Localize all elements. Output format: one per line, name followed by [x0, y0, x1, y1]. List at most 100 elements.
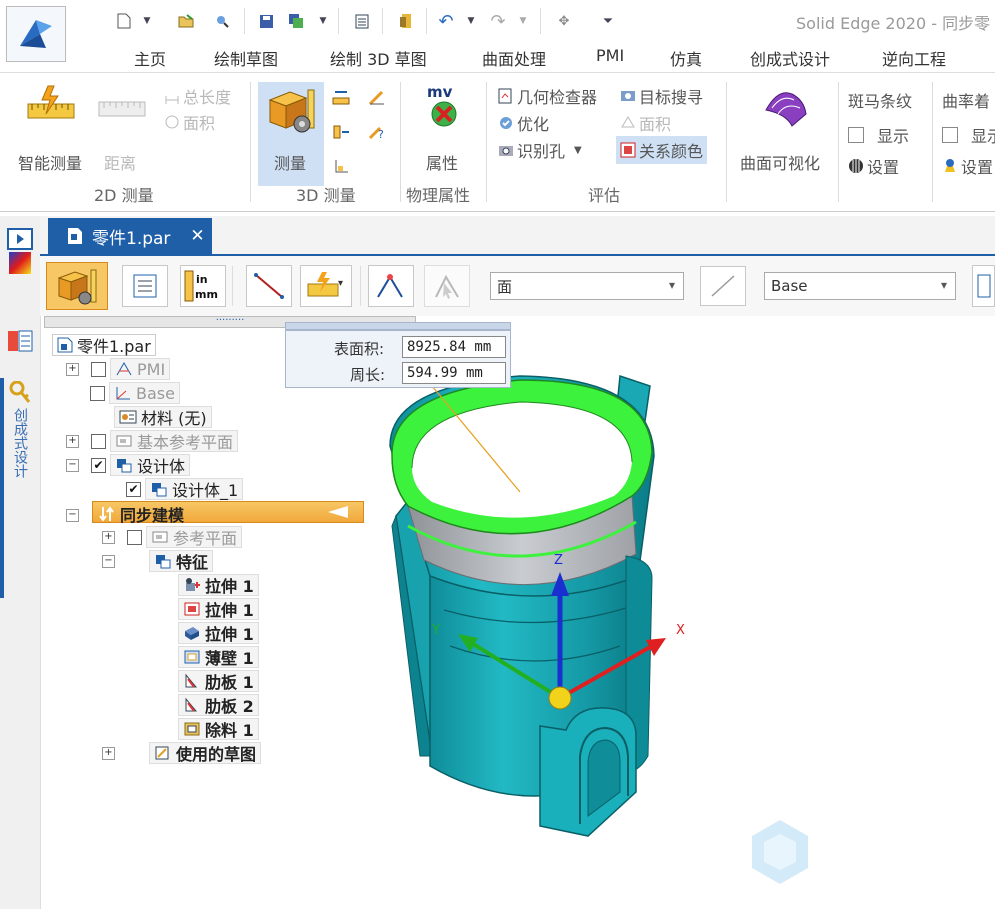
more-commands-button[interactable]: [972, 265, 995, 307]
key-icon[interactable]: [6, 380, 34, 406]
redo-icon[interactable]: ↷: [486, 10, 510, 32]
collapse-icon[interactable]: −: [66, 506, 79, 522]
design-body-1-visibility-checkbox[interactable]: ✔: [126, 481, 141, 497]
document-tab[interactable]: 零件1.par ✕: [48, 218, 212, 254]
tab-home[interactable]: 主页: [134, 46, 166, 70]
perimeter-value-field[interactable]: 594.99 mm: [402, 362, 506, 384]
curvature-show-toggle[interactable]: 显示: [942, 123, 995, 147]
reference-planes-visibility-checkbox[interactable]: [127, 529, 142, 545]
undo-dropdown-icon[interactable]: ▼: [464, 10, 478, 32]
close-tab-icon[interactable]: ✕: [190, 226, 204, 246]
collapse-icon[interactable]: −: [102, 554, 115, 568]
undo-icon[interactable]: ↶: [434, 10, 458, 32]
select-filter-dropdown[interactable]: 面 ▾: [490, 272, 684, 300]
select-filter-button[interactable]: [424, 265, 470, 307]
tree-item-base[interactable]: Base: [90, 382, 180, 404]
tree-item-extrude-1c[interactable]: 拉伸 1: [178, 622, 259, 644]
tree-item-reference-planes[interactable]: + 参考平面: [102, 526, 243, 548]
color-panel-icon[interactable]: [6, 250, 34, 276]
properties-icon[interactable]: [350, 10, 374, 32]
tree-item-design-body[interactable]: − ✔ 设计体: [66, 454, 191, 476]
redo-dropdown-icon[interactable]: ▼: [516, 10, 530, 32]
tree-item-extrude-1b[interactable]: 拉伸 1: [178, 598, 259, 620]
coordinate-system-dropdown[interactable]: Base ▾: [764, 272, 956, 300]
tree-item-design-body-1[interactable]: ✔ 设计体_1: [126, 478, 244, 500]
geometry-inspector-button[interactable]: 几何检查器: [498, 84, 597, 108]
smart-measure-command-button[interactable]: ▾: [300, 265, 352, 307]
tree-item-material[interactable]: 材料 (无): [114, 406, 212, 428]
app-logo-button[interactable]: [6, 6, 66, 62]
properties-button[interactable]: 属性: [426, 150, 458, 174]
surface-visualization-button[interactable]: 曲面可视化: [740, 150, 820, 174]
tree-item-base-reference-planes[interactable]: + 基本参考平面: [66, 430, 239, 452]
base-visibility-checkbox[interactable]: [90, 385, 105, 401]
new-file-icon[interactable]: [112, 10, 136, 32]
library-panel-icon[interactable]: [6, 328, 34, 354]
tab-generative-design[interactable]: 创成式设计: [750, 46, 830, 70]
curvature-show-checkbox[interactable]: [942, 127, 958, 143]
optimize-button[interactable]: 优化: [498, 111, 549, 135]
expand-icon[interactable]: +: [102, 746, 115, 760]
vertex-select-button[interactable]: [368, 265, 414, 307]
tree-item-rib-1[interactable]: 肋板 1: [178, 670, 259, 692]
expand-icon[interactable]: +: [102, 530, 115, 544]
expand-icon[interactable]: +: [66, 362, 79, 376]
open-file-icon[interactable]: [174, 10, 198, 32]
save-all-icon[interactable]: [284, 10, 308, 32]
collapse-icon[interactable]: −: [66, 458, 79, 472]
tree-item-rib-2[interactable]: 肋板 2: [178, 694, 259, 716]
draw-line-button[interactable]: [700, 266, 746, 306]
repeat-command-icon[interactable]: ✥: [552, 10, 576, 32]
collapse-arrow-icon[interactable]: [326, 505, 350, 523]
tree-root[interactable]: 零件1.par: [52, 334, 156, 356]
area-evaluate-button[interactable]: 面积: [620, 111, 671, 135]
measure-minimum-distance-icon[interactable]: [332, 124, 350, 144]
identify-holes-button[interactable]: 识别孔 ▼: [498, 138, 582, 162]
customize-quick-access-icon[interactable]: ⏷: [596, 10, 620, 32]
base-planes-visibility-checkbox[interactable]: [91, 433, 106, 449]
save-dropdown-icon[interactable]: ▼: [316, 10, 330, 32]
units-button[interactable]: in mm: [180, 265, 226, 307]
zebra-show-toggle[interactable]: 显示: [848, 123, 909, 147]
save-icon[interactable]: [254, 10, 278, 32]
point-to-point-button[interactable]: [246, 265, 292, 307]
find-icon[interactable]: [210, 10, 234, 32]
area-2d-button[interactable]: 面积: [164, 110, 215, 134]
tree-item-pmi[interactable]: + PMI: [66, 358, 171, 380]
tab-pmi[interactable]: PMI: [596, 46, 624, 65]
tree-item-features[interactable]: − 特征: [102, 550, 214, 572]
measure-distance-3d-icon[interactable]: [332, 90, 350, 110]
close-document-icon[interactable]: [394, 10, 418, 32]
design-body-visibility-checkbox[interactable]: ✔: [91, 457, 106, 473]
distance-button[interactable]: 距离: [104, 150, 136, 174]
zebra-show-checkbox[interactable]: [848, 127, 864, 143]
tree-item-used-sketches[interactable]: + 使用的草图: [102, 742, 262, 764]
tree-item-thin-wall-1[interactable]: 薄壁 1: [178, 646, 259, 668]
area-value-field[interactable]: 8925.84 mm: [402, 336, 506, 358]
zebra-settings-button[interactable]: 设置: [848, 154, 899, 178]
tree-item-cutout-1[interactable]: 除料 1: [178, 718, 259, 740]
total-length-button[interactable]: 总长度: [164, 84, 231, 108]
tab-simulation[interactable]: 仿真: [670, 46, 702, 70]
target-seek-button[interactable]: 目标搜寻: [620, 84, 703, 108]
measure-command-button[interactable]: [46, 262, 108, 310]
measure-normal-icon[interactable]: [332, 158, 350, 178]
generative-design-panel-tab[interactable]: 创成式设计: [10, 408, 30, 478]
new-dropdown-icon[interactable]: ▼: [140, 10, 154, 32]
tree-item-extrude-1a[interactable]: 拉伸 1: [178, 574, 259, 596]
expand-icon[interactable]: +: [66, 434, 79, 448]
tab-sketch[interactable]: 绘制草图: [214, 46, 278, 70]
smart-measure-icon[interactable]: [26, 84, 76, 136]
tab-reverse-engineering[interactable]: 逆向工程: [882, 46, 946, 70]
measure-options-button[interactable]: [122, 265, 168, 307]
relation-colors-button[interactable]: 关系颜色: [616, 136, 708, 164]
media-panel-icon[interactable]: [6, 226, 34, 252]
curvature-settings-button[interactable]: 设置: [942, 154, 993, 178]
tab-surfacing[interactable]: 曲面处理: [482, 46, 546, 70]
measure-query-icon[interactable]: ?: [368, 124, 386, 144]
tab-3d-sketch[interactable]: 绘制 3D 草图: [330, 46, 427, 70]
pmi-visibility-checkbox[interactable]: [91, 361, 106, 377]
smart-measure-button[interactable]: 智能测量: [18, 150, 82, 174]
measure-angle-icon[interactable]: [368, 90, 386, 110]
measurement-panel-header[interactable]: [285, 322, 511, 330]
